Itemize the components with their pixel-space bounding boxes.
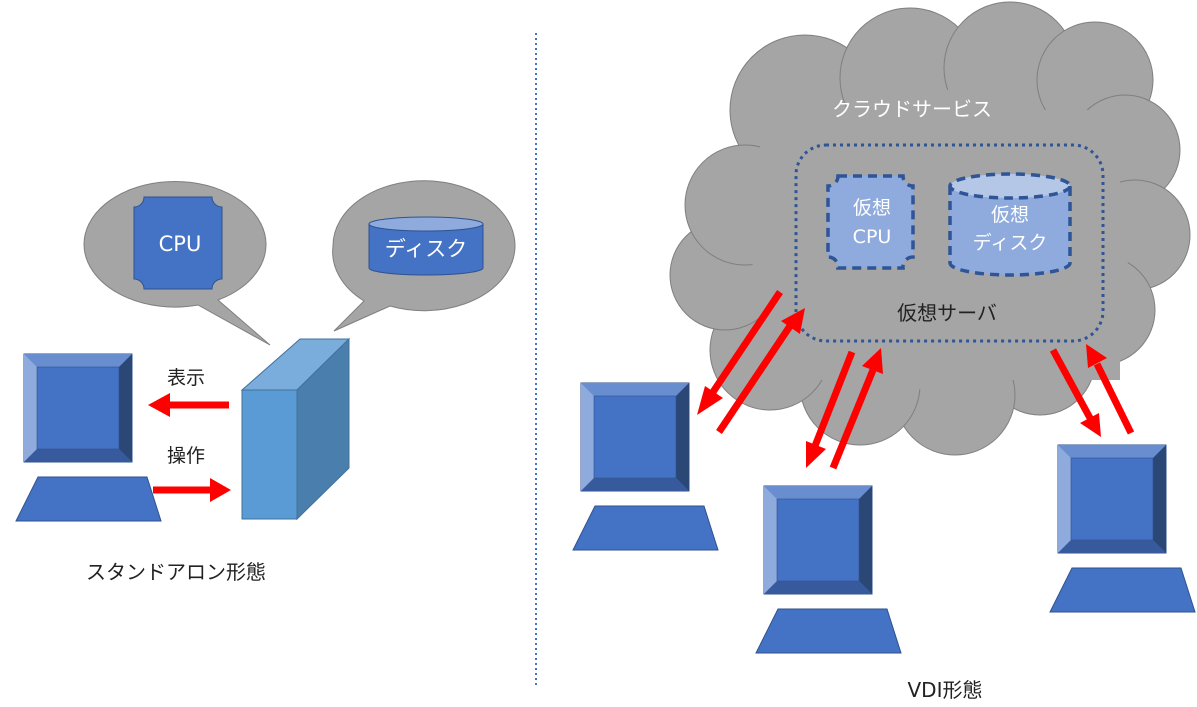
operation-arrow xyxy=(153,478,231,502)
display-label: 表示 xyxy=(167,367,205,389)
disk-label: ディスク xyxy=(385,237,468,261)
virtual-disk-label-line1: 仮想 xyxy=(991,204,1029,226)
cpu-label: CPU xyxy=(159,232,202,256)
diagram-canvas: CPU ディスク 表示 操作 スタンドアロン形態 クラウドサービス 仮想サーバ … xyxy=(15,1,1196,702)
server-icon xyxy=(240,337,351,521)
vdi-caption: VDI形態 xyxy=(908,678,983,702)
standalone-section: CPU ディスク 表示 操作 スタンドアロン形態 xyxy=(15,180,516,584)
cpu-speech-bubble: CPU xyxy=(83,180,271,346)
operation-label: 操作 xyxy=(167,445,205,467)
virtual-disk-icon: 仮想 ディスク xyxy=(948,172,1072,277)
vdi-client-pc-2 xyxy=(755,485,902,654)
disk-speech-bubble: ディスク xyxy=(332,180,516,332)
standalone-pc-icon xyxy=(15,353,162,522)
vdi-section: クラウドサービス 仮想サーバ 仮想 CPU 仮想 ディスク VDI形態 xyxy=(572,1,1196,702)
virtual-disk-label-line2: ディスク xyxy=(973,232,1048,254)
virtual-cpu-label-line2: CPU xyxy=(853,226,892,248)
display-arrow xyxy=(148,393,229,417)
virtual-cpu-label-line1: 仮想 xyxy=(853,197,891,219)
standalone-caption: スタンドアロン形態 xyxy=(86,560,266,584)
vdi-client-pc-1 xyxy=(572,382,719,551)
cloud-label: クラウドサービス xyxy=(832,97,992,121)
vdi-client-pc-3 xyxy=(1049,444,1196,613)
virtual-cpu-icon: 仮想 CPU xyxy=(826,174,915,270)
virtual-server-label: 仮想サーバ xyxy=(897,301,997,325)
